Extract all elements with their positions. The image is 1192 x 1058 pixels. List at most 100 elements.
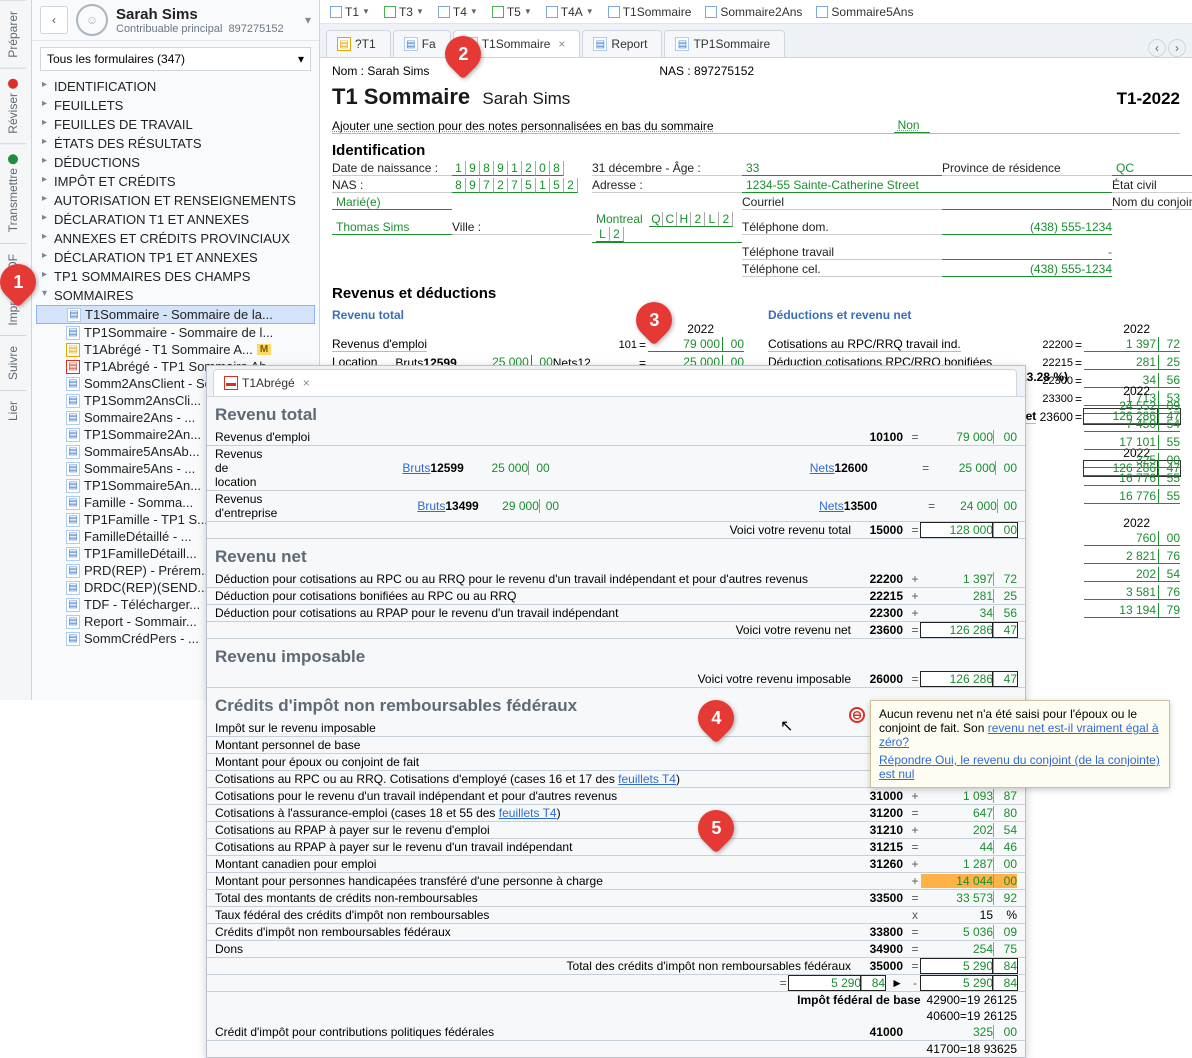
top-tab[interactable]: Sommaire5Ans (810, 5, 919, 19)
doc-tab-label: T1Sommaire (482, 37, 551, 51)
top-tab[interactable]: T4▼ (432, 5, 484, 19)
doc-tab[interactable]: ▤ ?T1 (326, 30, 391, 57)
doc-icon (705, 6, 717, 18)
top-form-tabs: T1▼T3▼T4▼T5▼T4A▼T1SommaireSommaire2AnsSo… (320, 0, 1192, 24)
doc-icon: ▤ (66, 513, 80, 527)
tree-node[interactable]: DÉCLARATION T1 ET ANNEXES (36, 210, 315, 229)
tree-node[interactable]: IDENTIFICATION (36, 77, 315, 96)
chevron-down-icon[interactable]: ▼ (470, 7, 478, 16)
tree-subitem-label: Sommaire5Ans - ... (84, 461, 195, 476)
doc-icon: ▤ (66, 564, 80, 578)
doc-icon: ▤ (66, 377, 80, 391)
doc-icon (330, 6, 342, 18)
doc-icon (384, 6, 396, 18)
top-tab-label: T4A (561, 5, 583, 19)
tree-subitem-label: FamilleDétaillé - ... (84, 529, 192, 544)
chevron-down-icon: ▾ (298, 52, 304, 66)
vtab-preparer[interactable]: Préparer (0, 0, 26, 68)
right-summary-numbers: 13.28 %)202224 552097 4505417 1015532500… (1020, 370, 1180, 620)
tree-node[interactable]: AUTORISATION ET RENSEIGNEMENTS (36, 191, 315, 210)
top-tab-label: Sommaire2Ans (720, 5, 802, 19)
chevron-down-icon[interactable]: ▼ (586, 7, 594, 16)
tree-subitem-label: TP1Sommaire2An... (84, 427, 201, 442)
client-name: Sarah Sims (116, 6, 284, 23)
top-tab-label: T1 (345, 5, 359, 19)
doc-icon: ▤ (66, 598, 80, 612)
tree-subitem-label: DRDC(REP)(SEND... (84, 580, 208, 595)
doc-icon: ▤ (66, 326, 80, 340)
back-button[interactable]: ‹ (40, 6, 68, 34)
doc-icon: ▤ (66, 530, 80, 544)
top-tab[interactable]: T5▼ (486, 5, 538, 19)
top-tab[interactable]: Sommaire2Ans (699, 5, 808, 19)
top-tab-label: T4 (453, 5, 467, 19)
tree-node[interactable]: FEUILLES DE TRAVAIL (36, 115, 315, 134)
overlay-tab[interactable]: ▬ T1Abrégé × (213, 369, 1017, 396)
tree-node[interactable]: DÉCLARATION TP1 ET ANNEXES (36, 248, 315, 267)
doc-icon: ▤ (66, 581, 80, 595)
identification-heading: Identification (332, 142, 1180, 159)
forms-dropdown[interactable]: Tous les formulaires (347) ▾ (40, 47, 311, 71)
vtab-reviser[interactable]: Réviser (0, 68, 26, 144)
doc-icon: ▤ (66, 411, 80, 425)
tree-subitem-label: TP1FamilleDétaill... (84, 546, 197, 561)
doc-tab-label: Fa (422, 37, 436, 51)
tree-subitem[interactable]: ▤ TP1Sommaire - Sommaire de l... (36, 324, 315, 341)
top-tab[interactable]: T1Sommaire (602, 5, 698, 19)
ok-dot-icon (8, 154, 18, 164)
doc-tab-label: ?T1 (355, 37, 376, 51)
chevron-down-icon[interactable]: ▼ (416, 7, 424, 16)
tree-subitem-label: TP1Sommaire - Sommaire de l... (84, 325, 273, 340)
close-icon[interactable]: × (558, 37, 565, 51)
tree-subitem-label: TDF - Télécharger... (84, 597, 200, 612)
warning-tooltip: ⊖ Aucun revenu net n'a été saisi pour l'… (870, 700, 1170, 788)
tree-node[interactable]: IMPÔT ET CRÉDITS (36, 172, 315, 191)
vtab-suivre[interactable]: Suivre (0, 335, 26, 390)
doc-icon (816, 6, 828, 18)
chevron-down-icon[interactable]: ▼ (524, 7, 532, 16)
top-tab-label: T1Sommaire (623, 5, 692, 19)
doc-icon (492, 6, 504, 18)
tax-year: T1-2022 (1117, 89, 1180, 109)
tree-node[interactable]: ÉTATS DES RÉSULTATS (36, 134, 315, 153)
vtab-lier[interactable]: Lier (0, 390, 26, 431)
top-tab-label: Sommaire5Ans (831, 5, 913, 19)
close-icon[interactable]: × (303, 376, 310, 390)
top-tab[interactable]: T1▼ (324, 5, 376, 19)
doc-tab[interactable]: ▤Report (582, 30, 662, 57)
doc-icon: ▤ (67, 308, 81, 322)
doc-tab[interactable]: ▤TP1Sommaire (664, 30, 785, 57)
tree-subitem[interactable]: ▤T1Abrégé - T1 Sommaire A...M (36, 341, 315, 358)
tree-subitem-label: SommCrédPers - ... (84, 631, 199, 646)
client-role: Contribuable principal 897275152 (116, 23, 284, 35)
nav-next-button[interactable]: › (1168, 39, 1186, 57)
tree-subitem-label: Report - Sommair... (84, 614, 197, 629)
tree-node[interactable]: TP1 SOMMAIRES DES CHAMPS (36, 267, 315, 286)
doc-icon: ▤ (66, 394, 80, 408)
doc-icon (608, 6, 620, 18)
client-dropdown-icon[interactable]: ▾ (305, 13, 311, 27)
doc-tab-label: TP1Sommaire (693, 37, 770, 51)
top-tab[interactable]: T4A▼ (540, 5, 600, 19)
tree-node[interactable]: ANNEXES ET CRÉDITS PROVINCIAUX (36, 229, 315, 248)
doc-icon: ▤ (337, 37, 351, 51)
doc-tab[interactable]: ▤ Fa (393, 30, 451, 57)
badge-m: M (257, 344, 271, 355)
tree-node-open[interactable]: SOMMAIRES (36, 286, 315, 305)
add-note-link[interactable]: Ajouter une section pour des notes perso… (332, 119, 714, 133)
doc-icon: ▤ (66, 360, 80, 374)
chevron-down-icon[interactable]: ▼ (362, 7, 370, 16)
client-header: ‹ ☺ Sarah Sims Contribuable principal 89… (32, 0, 319, 41)
tree-node[interactable]: FEUILLETS (36, 96, 315, 115)
doc-icon: ▤ (404, 37, 418, 51)
top-tab[interactable]: T3▼ (378, 5, 430, 19)
nav-prev-button[interactable]: ‹ (1148, 39, 1166, 57)
add-note-value[interactable]: Non (894, 118, 930, 133)
vtab-transmettre[interactable]: Transmettre (0, 143, 26, 242)
tree-subitem-label: TP1Somm2AnsCli... (84, 393, 201, 408)
tooltip-answer-link[interactable]: Répondre Oui, le revenu du conjoint (de … (879, 753, 1161, 781)
tree-node[interactable]: DÉDUCTIONS (36, 153, 315, 172)
avatar-icon: ☺ (76, 4, 108, 36)
tree-subitem[interactable]: ▤T1Sommaire - Sommaire de la... (36, 305, 315, 324)
doc-icon: ▤ (66, 479, 80, 493)
